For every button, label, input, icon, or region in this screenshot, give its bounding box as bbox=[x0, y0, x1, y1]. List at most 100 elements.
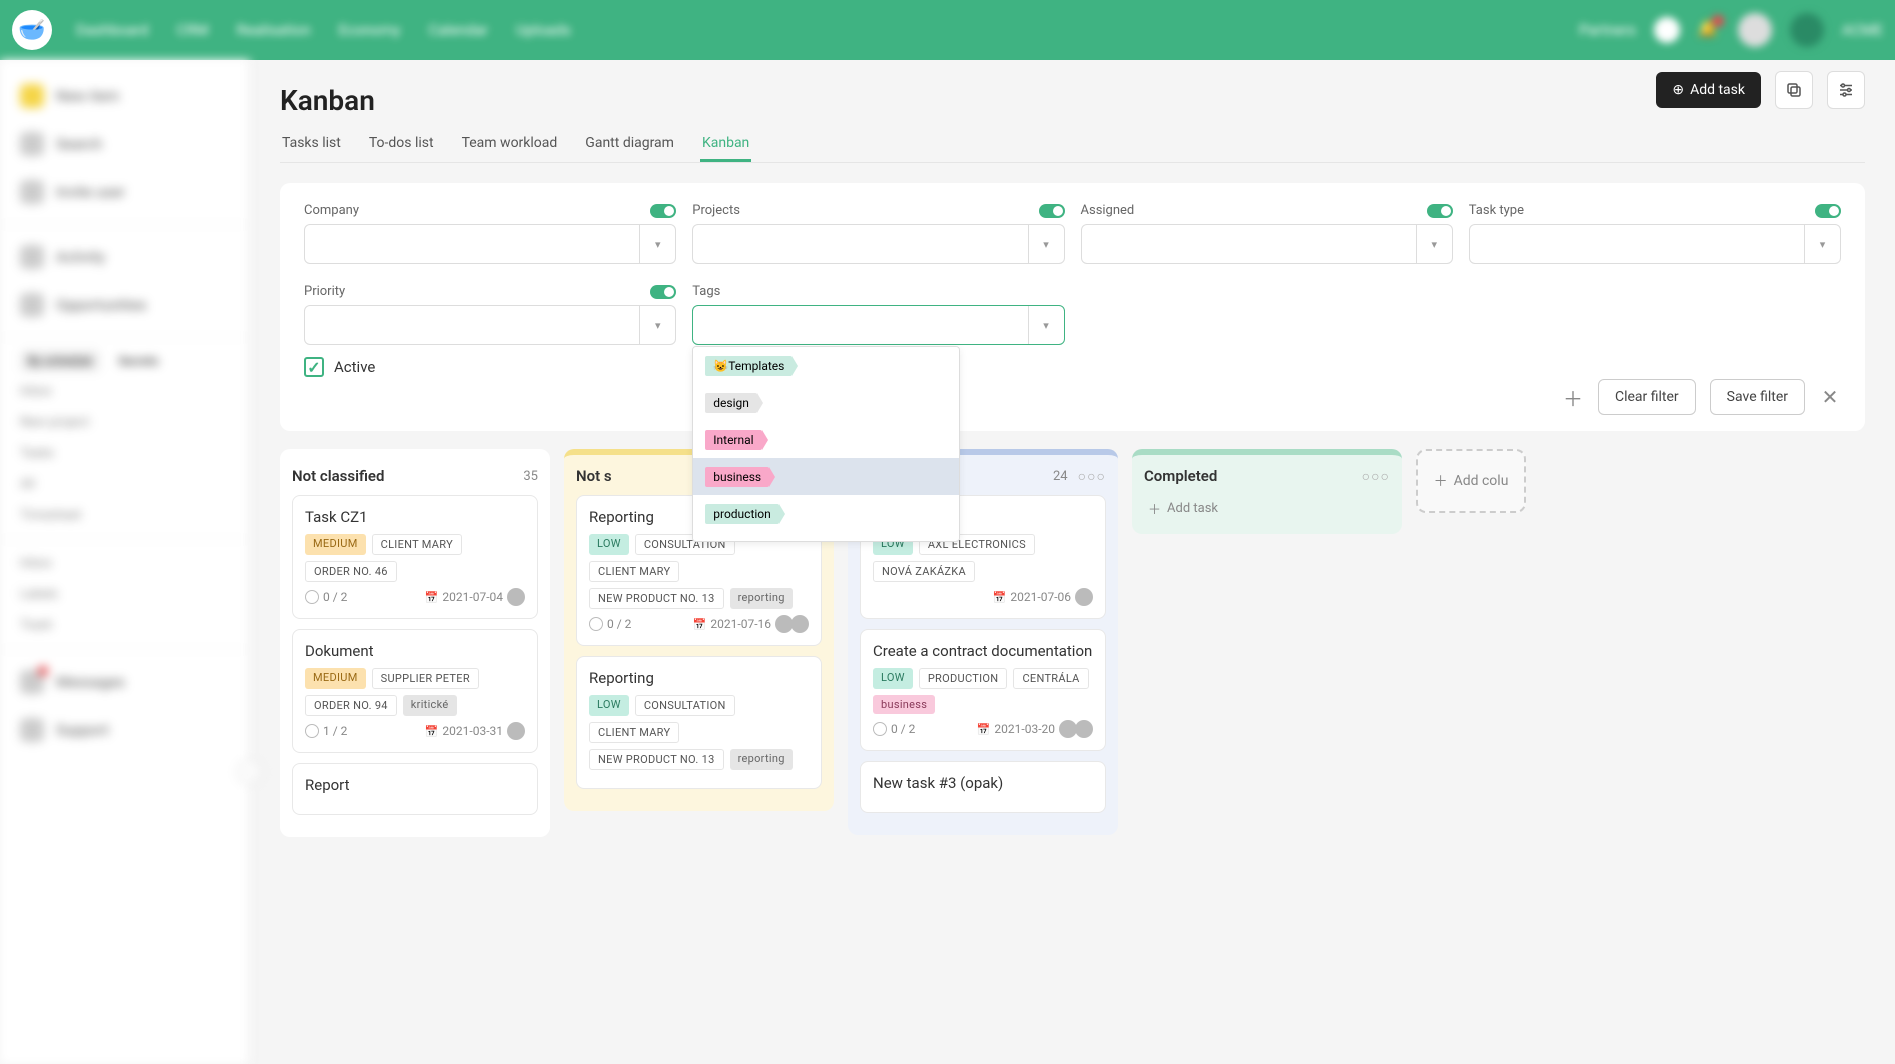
column-count: 24 bbox=[1053, 469, 1068, 484]
tag-option[interactable]: business bbox=[693, 458, 959, 495]
sidebar-item[interactable]: Timesheet bbox=[0, 500, 249, 531]
copy-icon[interactable] bbox=[1775, 71, 1813, 109]
check-circle-icon bbox=[589, 617, 603, 631]
top-nav: Dashboard CRM Realisation Economy Calend… bbox=[76, 21, 571, 39]
nav-economy[interactable]: Economy bbox=[339, 21, 401, 39]
card-date: 2021-03-31 bbox=[442, 724, 503, 738]
org-avatar[interactable] bbox=[1790, 13, 1824, 47]
filter-label: Projects bbox=[692, 203, 740, 218]
view-tabs: Tasks list To-dos list Team workload Gan… bbox=[280, 127, 1865, 163]
card-pill: reporting bbox=[730, 749, 793, 770]
settings-sliders-icon[interactable] bbox=[1827, 71, 1865, 109]
kanban-card[interactable]: ReportingLOWCONSULTATIONCLIENT MARYNEW P… bbox=[576, 656, 822, 789]
tab-team-workload[interactable]: Team workload bbox=[460, 127, 560, 162]
tag-option[interactable]: production bbox=[693, 495, 959, 532]
nav-dashboard[interactable]: Dashboard bbox=[76, 21, 149, 39]
sidebar-opportunities[interactable]: Opportunities bbox=[0, 281, 249, 329]
kanban-card[interactable]: DokumentMEDIUMSUPPLIER PETERORDER NO. 94… bbox=[292, 629, 538, 753]
tab-tasks-list[interactable]: Tasks list bbox=[280, 127, 343, 162]
company-select[interactable]: ▾ bbox=[304, 224, 676, 264]
nav-realisation[interactable]: Realisation bbox=[237, 21, 311, 39]
add-task-label: Add task bbox=[1690, 82, 1745, 98]
nav-crm[interactable]: CRM bbox=[177, 21, 209, 39]
sidebar-item[interactable]: Labels bbox=[0, 579, 249, 610]
app-logo[interactable]: 🥣 bbox=[12, 10, 52, 50]
help-icon[interactable] bbox=[1654, 17, 1680, 43]
column-menu-icon[interactable]: ○○○ bbox=[1078, 468, 1106, 485]
card-pill: CLIENT MARY bbox=[372, 534, 462, 555]
sidebar-item[interactable]: Tasks bbox=[0, 438, 249, 469]
card-title: New task #3 (opak) bbox=[873, 774, 1093, 792]
tab-kanban[interactable]: Kanban bbox=[700, 127, 751, 162]
sidebar-item[interactable]: Inbox bbox=[0, 376, 249, 407]
sidebar-activity[interactable]: Activity bbox=[0, 233, 249, 281]
kanban-card[interactable]: Task CZ1MEDIUMCLIENT MARYORDER NO. 460 /… bbox=[292, 495, 538, 619]
nav-calendar[interactable]: Calendar bbox=[429, 21, 489, 39]
tag-chip: Internal bbox=[705, 430, 761, 450]
card-pill: ORDER NO. 46 bbox=[305, 561, 397, 582]
toggle-icon[interactable] bbox=[650, 204, 676, 218]
card-pill: LOW bbox=[589, 534, 629, 555]
toggle-icon[interactable] bbox=[1427, 204, 1453, 218]
task-type-select[interactable]: ▾ bbox=[1469, 224, 1841, 264]
sidebar-new-item[interactable]: New item bbox=[0, 72, 249, 120]
check-circle-icon bbox=[305, 724, 319, 738]
tag-option[interactable]: design bbox=[693, 384, 959, 421]
kanban-card[interactable]: Report bbox=[292, 763, 538, 815]
notifications-icon[interactable]: 🔔 bbox=[1698, 19, 1720, 41]
tag-chip: production bbox=[705, 504, 779, 524]
user-avatar[interactable] bbox=[1738, 13, 1772, 47]
card-title: Task CZ1 bbox=[305, 508, 525, 526]
assigned-select[interactable]: ▾ bbox=[1081, 224, 1453, 264]
card-pill: MEDIUM bbox=[305, 668, 366, 689]
assignee-avatar bbox=[791, 615, 809, 633]
clear-filter-button[interactable]: Clear filter bbox=[1598, 379, 1696, 415]
org-name[interactable]: ACME bbox=[1842, 21, 1883, 39]
active-checkbox[interactable]: ✓ bbox=[304, 357, 324, 377]
sidebar-item[interactable]: New project bbox=[0, 407, 249, 438]
add-task-link[interactable]: ＋Add task bbox=[1144, 495, 1390, 522]
card-title: Create a contract documentation bbox=[873, 642, 1093, 660]
sidebar-item[interactable]: All bbox=[0, 469, 249, 500]
card-pill: CENTRÁLA bbox=[1013, 668, 1088, 689]
priority-select[interactable]: ▾ bbox=[304, 305, 676, 345]
tag-chip: business bbox=[705, 467, 769, 487]
sidebar-item[interactable]: Trash bbox=[0, 610, 249, 641]
kanban-card[interactable]: New task #3 (opak) bbox=[860, 761, 1106, 813]
sidebar-search[interactable]: Search bbox=[0, 120, 249, 168]
toggle-icon[interactable] bbox=[1039, 204, 1065, 218]
card-pill: CONSULTATION bbox=[635, 695, 735, 716]
save-filter-button[interactable]: Save filter bbox=[1710, 379, 1805, 415]
sidebar-support[interactable]: Support bbox=[0, 706, 249, 754]
tags-select[interactable]: ▾ bbox=[692, 305, 1064, 345]
calendar-icon: 📅 bbox=[693, 618, 707, 631]
tab-todos-list[interactable]: To-dos list bbox=[367, 127, 436, 162]
add-column-button[interactable]: ＋Add colu bbox=[1416, 449, 1526, 513]
projects-select[interactable]: ▾ bbox=[692, 224, 1064, 264]
sidebar-tab-secrets[interactable]: Secrets bbox=[110, 350, 166, 372]
kanban-card[interactable]: Create a contract documentationLOWPRODUC… bbox=[860, 629, 1106, 751]
column-title: Not s bbox=[576, 467, 612, 485]
close-icon[interactable]: ✕ bbox=[1819, 386, 1841, 408]
tag-option[interactable]: Internal bbox=[693, 421, 959, 458]
sidebar-messages[interactable]: Messages bbox=[0, 658, 249, 706]
tags-dropdown[interactable]: 😺Templates design Internal business producti… bbox=[692, 346, 960, 542]
sidebar-invite[interactable]: Invite user bbox=[0, 168, 249, 216]
column-menu-icon[interactable]: ○○○ bbox=[1362, 468, 1390, 485]
toggle-icon[interactable] bbox=[1815, 204, 1841, 218]
tag-option[interactable]: kritické bbox=[693, 532, 959, 542]
calendar-icon: 📅 bbox=[425, 725, 439, 738]
nav-uploads[interactable]: Uploads bbox=[516, 21, 571, 39]
kanban-column: Completed○○○＋Add task bbox=[1132, 449, 1402, 534]
tag-chip: 😺Templates bbox=[705, 356, 792, 376]
collapse-sidebar-icon[interactable]: ‹ bbox=[237, 760, 261, 784]
tab-gantt[interactable]: Gantt diagram bbox=[583, 127, 676, 162]
sidebar-item[interactable]: Inbox bbox=[0, 548, 249, 579]
sidebar-tab-schedule[interactable]: By schedule bbox=[20, 350, 100, 372]
add-filter-icon[interactable]: ＋ bbox=[1562, 386, 1584, 408]
partners-menu[interactable]: Partners bbox=[1579, 21, 1636, 39]
toggle-icon[interactable] bbox=[650, 285, 676, 299]
plus-icon: ＋ bbox=[1148, 499, 1161, 518]
add-task-button[interactable]: ⊕ Add task bbox=[1656, 72, 1761, 108]
tag-option[interactable]: 😺Templates bbox=[693, 347, 959, 384]
